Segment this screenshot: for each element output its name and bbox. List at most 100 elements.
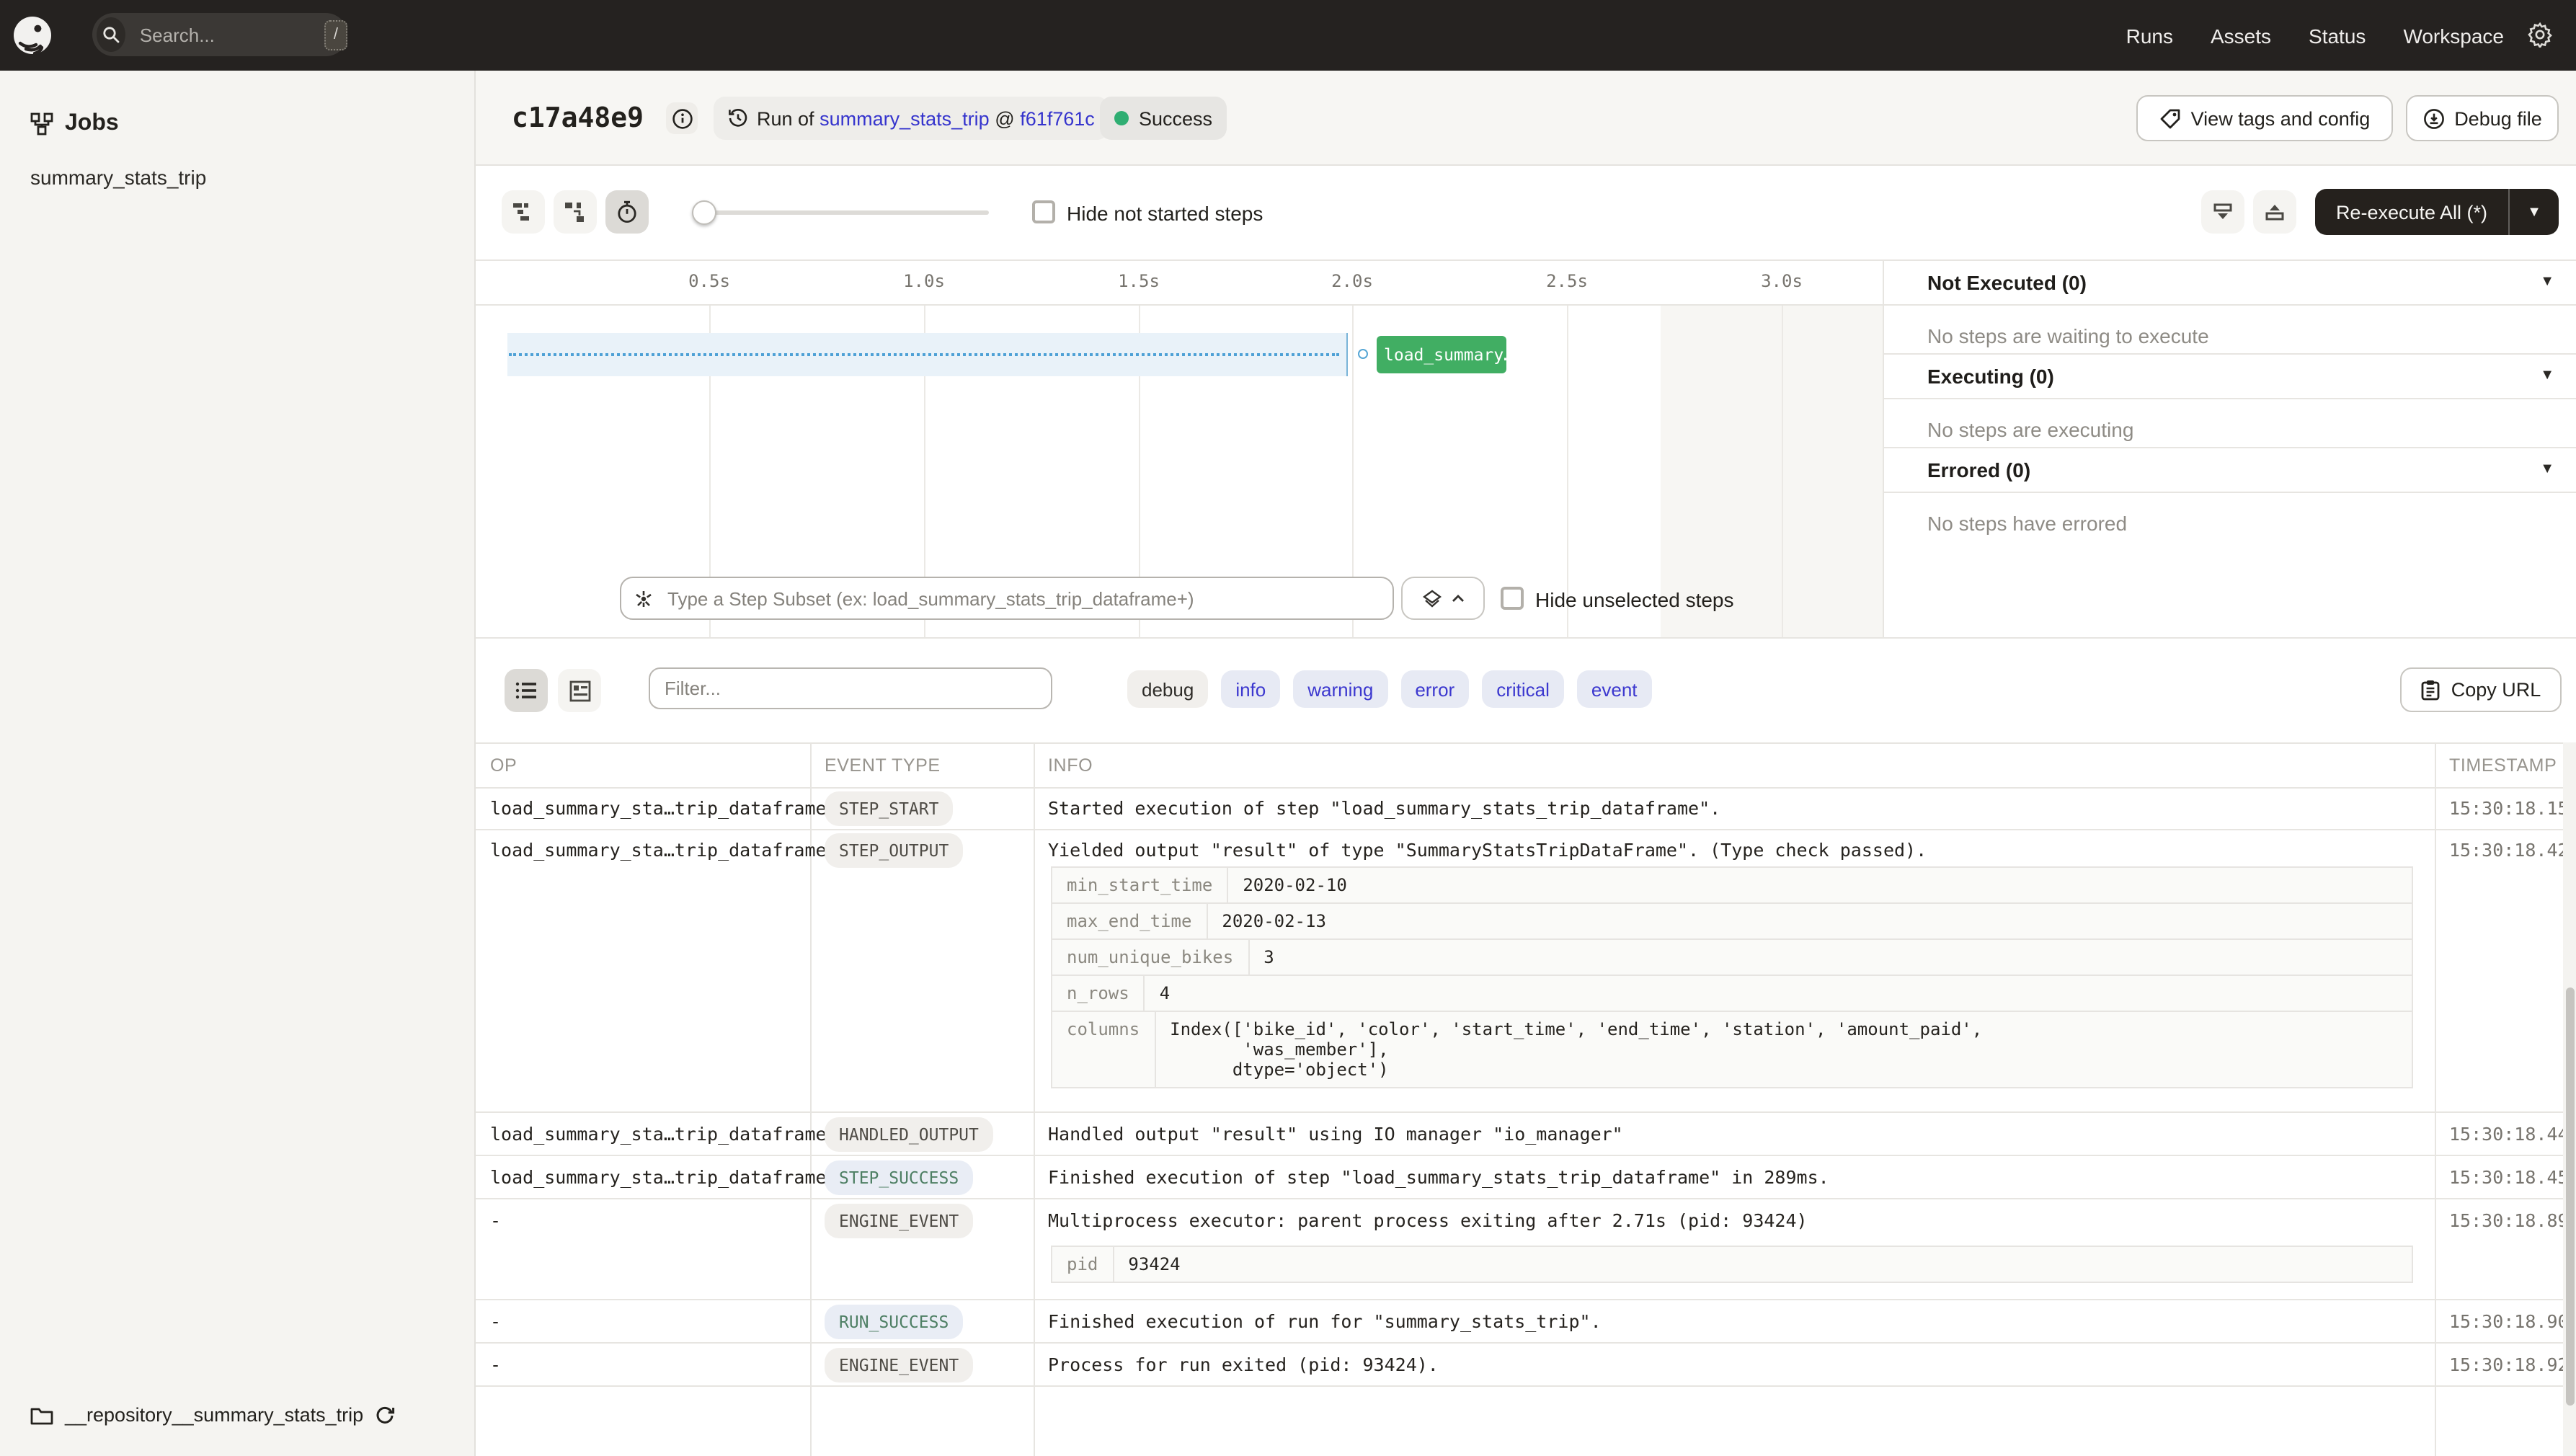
section-empty-text: No steps have errored [1927, 512, 2128, 535]
top-nav: / Runs Assets Status Workspace [0, 0, 2576, 71]
history-icon [728, 108, 748, 128]
dagster-app: / Runs Assets Status Workspace Jobs summ… [0, 0, 2576, 1456]
col-header-op: OP [490, 755, 518, 776]
log-list-view-button[interactable] [505, 669, 548, 712]
event-type-badge: STEP_START [825, 791, 954, 826]
log-structured-view-button[interactable] [558, 669, 601, 712]
log-row[interactable]: - ENGINE_EVENT Process for run exited (p… [476, 1342, 2576, 1385]
row-info: Handled output "result" using IO manager… [1048, 1123, 1623, 1145]
metadata-key: pid [1052, 1247, 1114, 1282]
level-info[interactable]: info [1221, 670, 1281, 708]
nav-status[interactable]: Status [2309, 24, 2366, 47]
nav-assets[interactable]: Assets [2211, 24, 2271, 47]
row-timestamp: 15:30:18.895 [2449, 1209, 2576, 1231]
log-row[interactable]: - RUN_SUCCESS Finished execution of run … [476, 1299, 2576, 1342]
metadata-value: 3 [1263, 947, 1274, 967]
main-content: c17a48e9 Run of summary_stats_trip @ f61… [476, 71, 2576, 1456]
layers-icon [1422, 589, 1441, 608]
chevron-down-icon: ▼ [2540, 274, 2554, 290]
row-op: load_summary_sta…trip_dataframe [490, 1166, 827, 1188]
output-metadata-table: min_start_time 2020-02-10 max_end_time 2… [1051, 866, 2413, 1088]
metadata-row: pid 93424 [1052, 1247, 2412, 1282]
search-icon [97, 17, 125, 52]
section-errored[interactable]: Errored (0) ▼ [1927, 447, 2554, 492]
gantt-step-bar[interactable]: load_summary… [1377, 336, 1506, 373]
copy-url-label: Copy URL [2451, 679, 2541, 701]
level-error[interactable]: error [1400, 670, 1470, 708]
log-row[interactable]: load_summary_sta…trip_dataframe HANDLED_… [476, 1111, 2576, 1155]
level-critical[interactable]: critical [1482, 670, 1564, 708]
log-scrollbar-thumb[interactable] [2565, 987, 2574, 1406]
view-tags-config-button[interactable]: View tags and config [2136, 95, 2393, 141]
zoom-in-fit-icon[interactable] [2253, 190, 2296, 234]
run-of-badge: Run of summary_stats_trip @ f61f761c [714, 97, 1109, 140]
step-waiting-dotted-line [509, 353, 1339, 356]
row-info: Finished execution of step "load_summary… [1048, 1166, 1829, 1188]
level-event[interactable]: event [1576, 670, 1652, 708]
section-empty-text: No steps are waiting to execute [1927, 324, 2209, 347]
metadata-key: n_rows [1052, 976, 1145, 1011]
level-warning[interactable]: warning [1293, 670, 1388, 708]
gantt-waterfall-view-button[interactable] [554, 190, 597, 234]
metadata-row: n_rows 4 [1052, 975, 2412, 1011]
metadata-row: columns Index(['bike_id', 'color', 'star… [1052, 1011, 2412, 1087]
log-filter-input[interactable] [649, 667, 1052, 709]
section-title: Executing (0) [1927, 364, 2054, 387]
metadata-key: columns [1052, 1012, 1156, 1087]
section-executing[interactable]: Executing (0) ▼ [1927, 353, 2554, 398]
gantt-flat-view-button[interactable] [502, 190, 545, 234]
chevron-down-icon: ▼ [2527, 204, 2541, 220]
event-type-badge: STEP_SUCCESS [825, 1160, 974, 1195]
chevron-up-icon [1451, 594, 1464, 603]
step-subset-input[interactable] [653, 580, 1374, 617]
step-start-marker [1358, 349, 1368, 359]
log-table: OP EVENT TYPE INFO TIMESTAMP load_summar… [476, 742, 2576, 1456]
level-debug[interactable]: debug [1127, 670, 1209, 708]
sidebar-item-job[interactable]: summary_stats_trip [30, 166, 206, 189]
left-sidebar: Jobs summary_stats_trip __repository__su… [0, 71, 476, 1456]
hide-not-started-checkbox[interactable] [1032, 200, 1055, 223]
hide-unselected-checkbox[interactable] [1501, 587, 1524, 610]
metadata-key: num_unique_bikes [1052, 940, 1250, 975]
gantt-timing-view-button[interactable] [605, 190, 649, 234]
section-empty-text: No steps are executing [1927, 418, 2134, 441]
debug-file-button[interactable]: Debug file [2406, 95, 2559, 141]
zoom-slider-track[interactable] [692, 210, 989, 215]
zoom-out-fit-icon[interactable] [2201, 190, 2244, 234]
nav-runs[interactable]: Runs [2126, 24, 2173, 47]
col-header-info: INFO [1048, 755, 1093, 776]
collapse-selector-button[interactable] [1401, 577, 1485, 620]
log-row[interactable]: load_summary_sta…trip_dataframe STEP_OUT… [476, 829, 2576, 1111]
hide-unselected-label: Hide unselected steps [1535, 588, 1734, 611]
dagster-logo[interactable] [12, 14, 53, 56]
zoom-slider-thumb[interactable] [692, 200, 716, 225]
log-row[interactable]: load_summary_sta…trip_dataframe STEP_STA… [476, 787, 2576, 829]
search-input[interactable] [136, 22, 287, 47]
log-row[interactable]: - ENGINE_EVENT Multiprocess executor: pa… [476, 1198, 2576, 1299]
search-shortcut-key: / [324, 19, 347, 50]
event-type-badge: ENGINE_EVENT [825, 1204, 974, 1238]
row-info: Multiprocess executor: parent process ex… [1048, 1209, 1808, 1231]
axis-tick: 0.5s [688, 271, 730, 291]
nav-workspace[interactable]: Workspace [2403, 24, 2504, 47]
row-op: - [490, 1310, 502, 1332]
row-op: load_summary_sta…trip_dataframe [490, 797, 827, 819]
axis-tick: 1.0s [903, 271, 945, 291]
reexecute-all-button[interactable]: Re-execute All (*) [2315, 189, 2508, 235]
settings-gear-icon[interactable] [2527, 22, 2553, 48]
reexecute-all-label: Re-execute All (*) [2335, 201, 2488, 223]
axis-tick: 2.5s [1546, 271, 1588, 291]
copy-url-button[interactable]: Copy URL [2400, 667, 2562, 712]
row-timestamp: 15:30:18.152 [2449, 797, 2576, 819]
global-search[interactable]: / [92, 13, 347, 56]
job-link[interactable]: summary_stats_trip [820, 107, 990, 129]
screen: / Runs Assets Status Workspace Jobs summ… [0, 0, 2576, 1456]
section-not-executed[interactable]: Not Executed (0) ▼ [1927, 259, 2554, 304]
log-row[interactable]: load_summary_sta…trip_dataframe STEP_SUC… [476, 1155, 2576, 1198]
axis-tick: 3.0s [1761, 271, 1803, 291]
reexecute-dropdown-button[interactable]: ▼ [2508, 189, 2559, 235]
reload-repository-icon[interactable] [375, 1405, 395, 1425]
success-dot-icon [1114, 111, 1129, 125]
commit-link[interactable]: f61f761c [1020, 107, 1095, 129]
run-info-icon[interactable] [666, 102, 698, 134]
